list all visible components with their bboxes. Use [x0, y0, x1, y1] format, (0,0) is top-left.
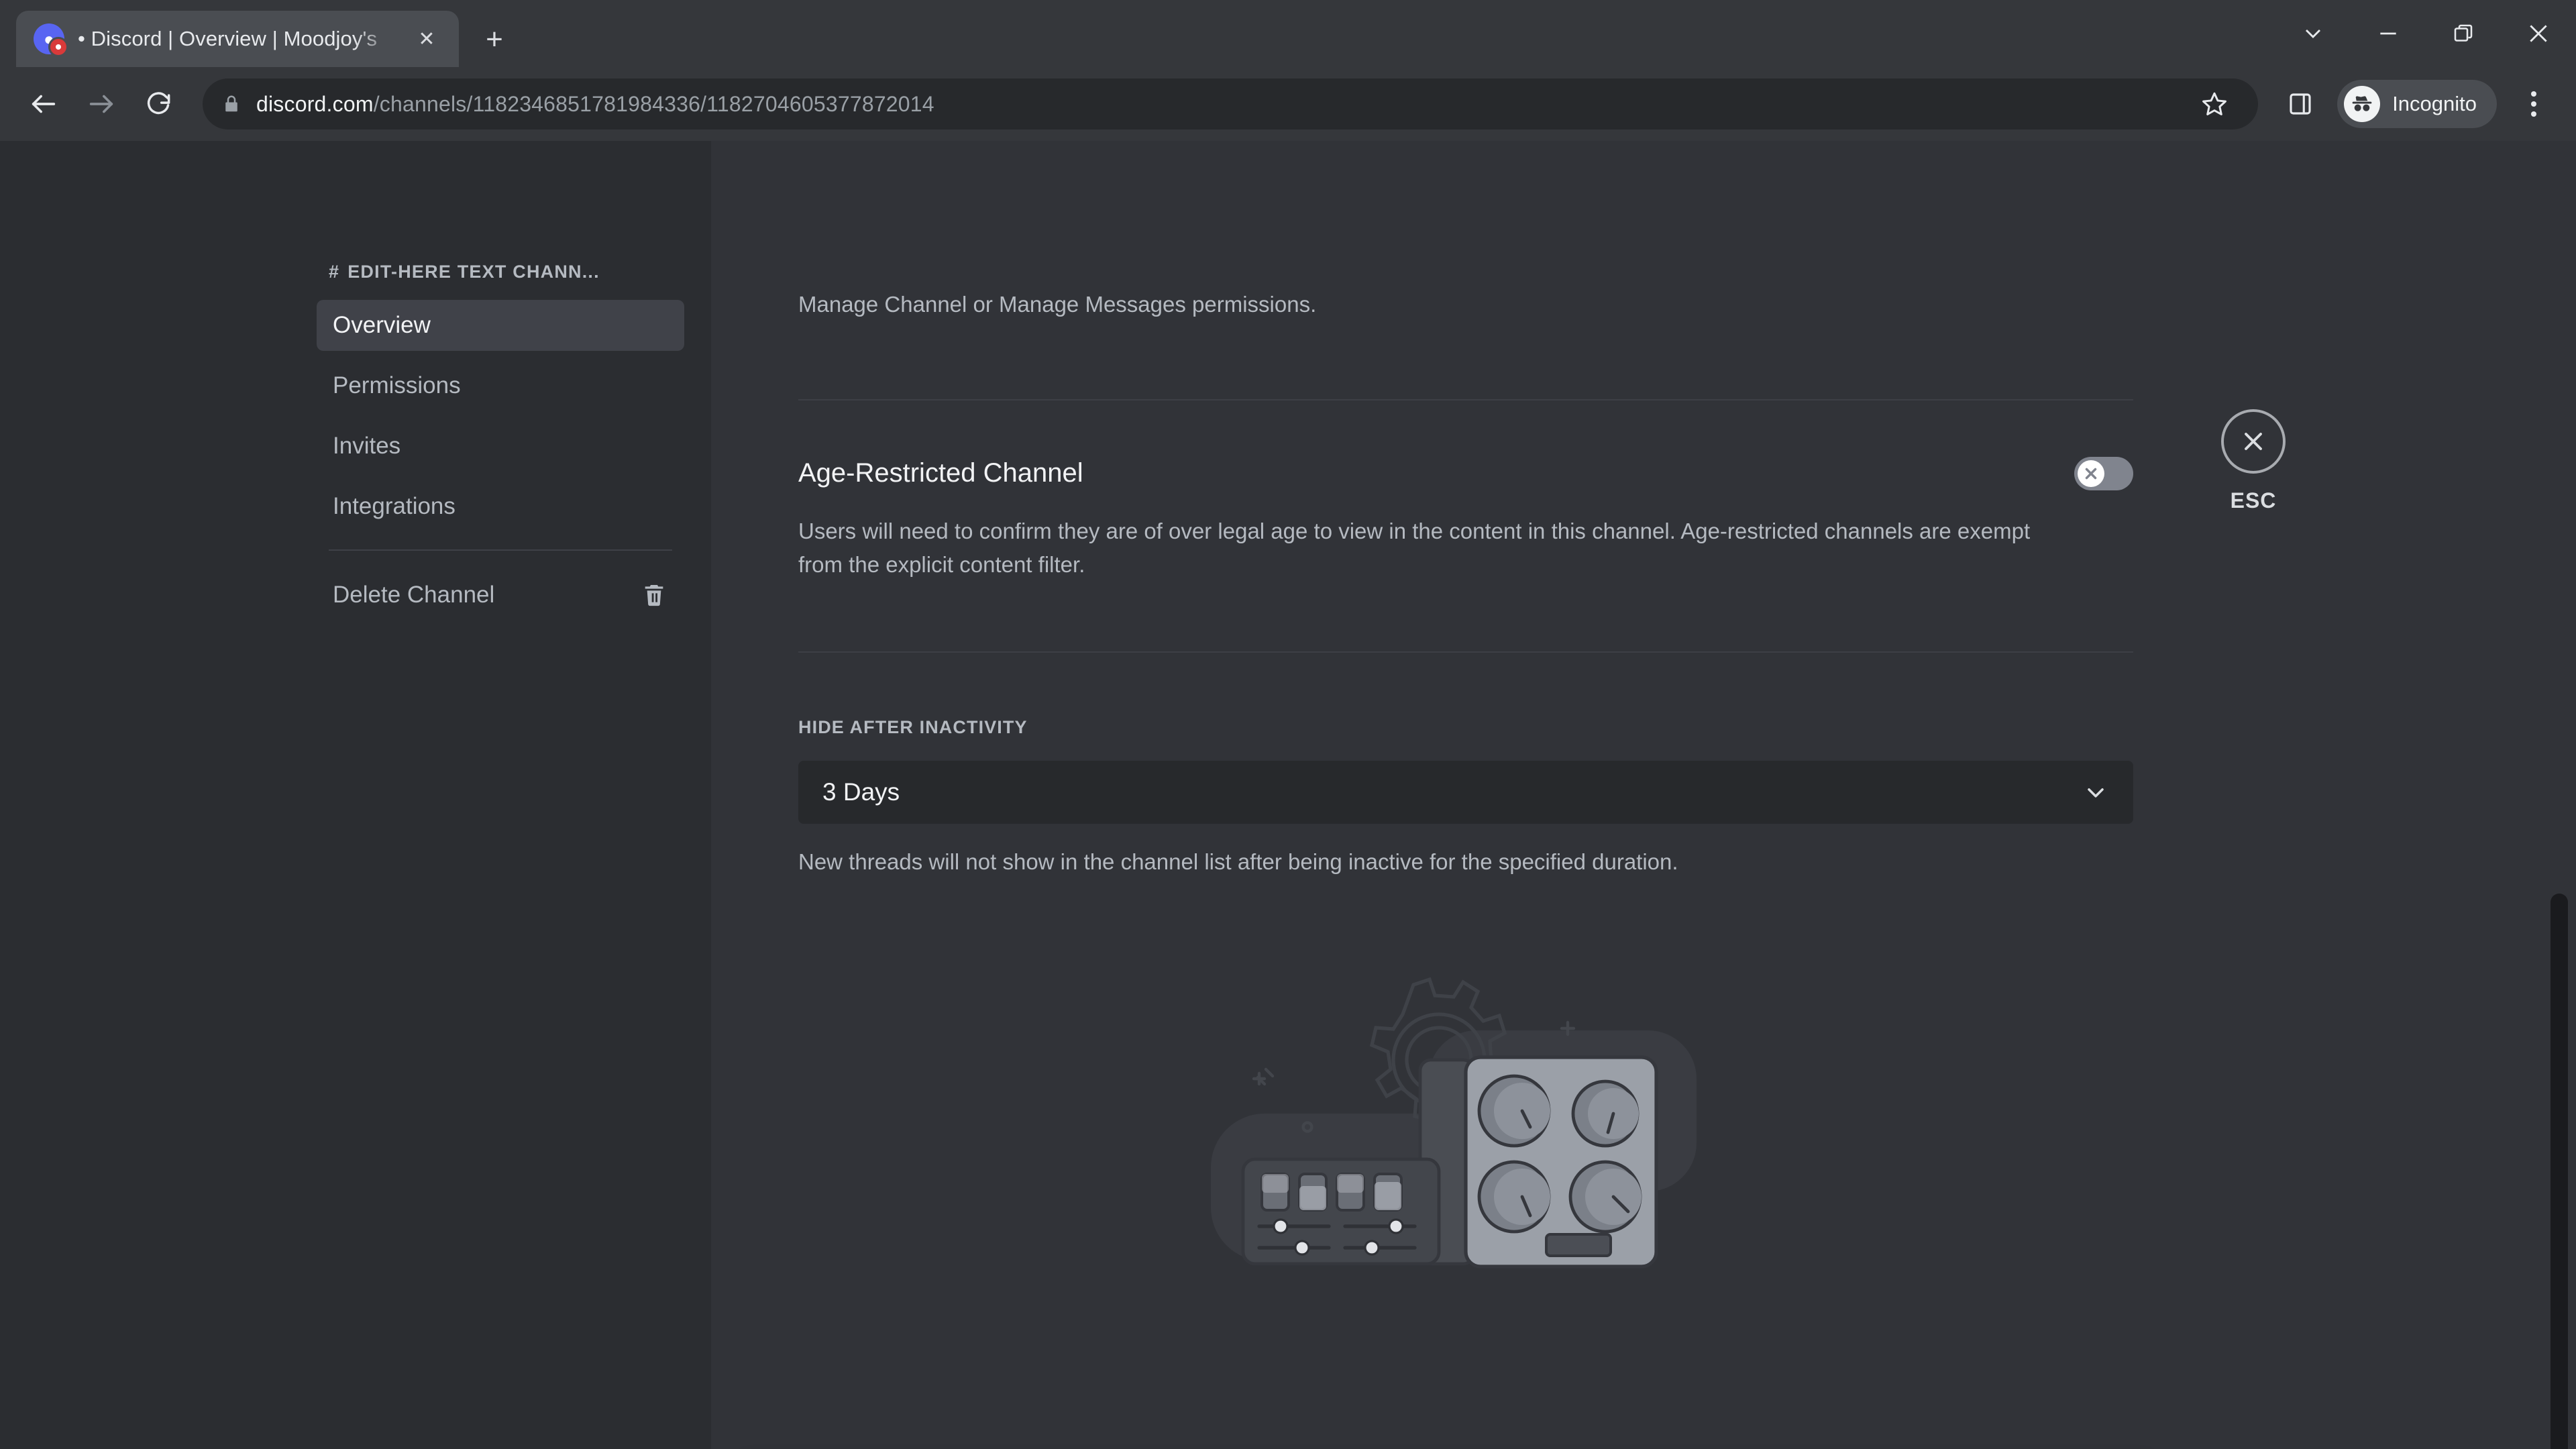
hide-after-inactivity-section: HIDE AFTER INACTIVITY 3 Days New threads…	[798, 717, 2133, 875]
url-text: discord.com/channels/1182346851781984336…	[256, 92, 934, 117]
window-controls	[2275, 0, 2576, 67]
channel-settings-page: # EDIT-HERE TEXT CHANN... Overview Permi…	[0, 141, 2576, 1449]
tab-search-button[interactable]	[2275, 0, 2351, 67]
browser-window: ● • Discord | Overview | Moodjoy's ✕ + d…	[0, 0, 2576, 1449]
sidebar-item-label: Permissions	[333, 372, 461, 398]
chevron-down-icon	[2082, 779, 2109, 806]
settings-illustration-wrap	[798, 955, 2133, 1291]
star-icon[interactable]	[2190, 79, 2239, 129]
trash-icon[interactable]	[640, 581, 668, 609]
browser-toolbar: discord.com/channels/1182346851781984336…	[0, 67, 2576, 141]
settings-sidebar: # EDIT-HERE TEXT CHANN... Overview Permi…	[0, 141, 711, 1449]
hide-after-inactivity-description: New threads will not show in the channel…	[798, 849, 1678, 874]
vertical-scrollbar-thumb[interactable]	[2551, 894, 2568, 1449]
forward-button[interactable]	[75, 78, 127, 130]
lead-description: Manage Channel or Manage Messages permis…	[798, 292, 1317, 317]
section-divider-2	[798, 651, 2133, 653]
address-bar[interactable]: discord.com/channels/1182346851781984336…	[203, 78, 2259, 129]
sidebar-item-permissions[interactable]: Permissions	[317, 360, 684, 411]
hide-after-inactivity-select[interactable]: 3 Days	[798, 760, 2133, 824]
sidebar-item-label: Integrations	[333, 493, 455, 519]
sidebar-header: # EDIT-HERE TEXT CHANN...	[317, 262, 684, 282]
tab-strip: ● • Discord | Overview | Moodjoy's ✕ +	[0, 0, 2576, 67]
tab-close-button[interactable]: ✕	[412, 24, 441, 54]
settings-knobs-illustration	[1211, 977, 1697, 1269]
age-restricted-title: Age-Restricted Channel	[798, 458, 1083, 488]
age-restricted-description: Users will need to confirm they are of o…	[798, 518, 2031, 577]
url-domain: discord.com	[256, 91, 374, 116]
incognito-label: Incognito	[2392, 92, 2477, 115]
reload-button[interactable]	[133, 78, 185, 130]
settings-nav: # EDIT-HERE TEXT CHANN... Overview Permi…	[317, 262, 684, 1449]
sidebar-divider	[329, 549, 672, 551]
sidebar-item-delete-channel[interactable]: Delete Channel	[317, 570, 684, 621]
incognito-profile-badge[interactable]: Incognito	[2337, 80, 2497, 128]
age-restricted-section: Age-Restricted Channel Users will need t…	[798, 400, 2133, 582]
back-button[interactable]	[17, 78, 70, 130]
age-restricted-header: Age-Restricted Channel	[798, 456, 2133, 490]
browser-tab[interactable]: ● • Discord | Overview | Moodjoy's ✕	[16, 11, 459, 67]
toggle-knob	[2078, 460, 2104, 487]
esc-label: ESC	[2230, 488, 2277, 513]
close-window-button[interactable]	[2501, 0, 2576, 67]
hide-after-inactivity-label: HIDE AFTER INACTIVITY	[798, 716, 1028, 737]
sidebar-item-overview[interactable]: Overview	[317, 300, 684, 351]
sidebar-item-integrations[interactable]: Integrations	[317, 481, 684, 532]
maximize-button[interactable]	[2426, 0, 2501, 67]
sidebar-item-label: Invites	[333, 433, 401, 459]
delete-channel-label: Delete Channel	[333, 582, 495, 608]
side-panel-icon[interactable]	[2275, 79, 2325, 129]
settings-content-inner: Manage Channel or Manage Messages permis…	[798, 141, 2133, 1291]
kebab-menu-icon[interactable]	[2509, 79, 2559, 129]
lock-icon	[221, 94, 241, 114]
age-restricted-toggle[interactable]	[2074, 456, 2133, 490]
tab-title: • Discord | Overview | Moodjoy's	[78, 27, 378, 50]
omnibox-actions	[2190, 79, 2239, 129]
minimize-button[interactable]	[2351, 0, 2426, 67]
hide-after-inactivity-value: 3 Days	[822, 777, 900, 806]
discord-favicon: ●	[34, 23, 68, 57]
close-settings-button[interactable]	[2221, 409, 2286, 474]
notification-badge	[48, 37, 68, 57]
url-path: /channels/1182346851781984336/1182704605…	[373, 91, 934, 116]
sidebar-item-label: Overview	[333, 312, 431, 338]
close-settings-column: ESC	[2169, 141, 2337, 513]
incognito-icon	[2344, 86, 2381, 122]
sidebar-item-invites[interactable]: Invites	[317, 421, 684, 472]
hash-icon: #	[329, 262, 340, 282]
new-tab-button[interactable]: +	[474, 19, 515, 60]
sidebar-header-label: EDIT-HERE TEXT CHANN...	[347, 262, 600, 282]
